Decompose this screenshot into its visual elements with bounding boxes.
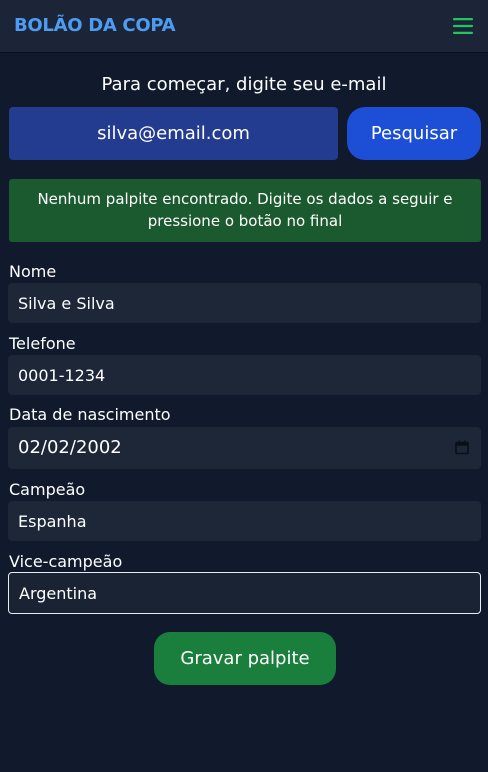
brand-logo[interactable]: BOLÃO DA COPA xyxy=(14,14,176,38)
page-heading: Para começar, digite seu e-mail xyxy=(101,74,387,95)
phone-label: Telefone xyxy=(9,334,76,353)
runner-up-field[interactable] xyxy=(8,572,481,614)
no-guess-alert: Nenhum palpite encontrado. Digite os dad… xyxy=(9,179,481,242)
search-button[interactable]: Pesquisar xyxy=(347,107,481,160)
champion-label: Campeão xyxy=(9,480,86,499)
phone-field[interactable] xyxy=(8,355,481,395)
birthdate-value: 02/02/2002 xyxy=(18,437,122,458)
save-guess-button[interactable]: Gravar palpite xyxy=(154,632,336,685)
name-field[interactable] xyxy=(8,283,481,323)
birthdate-field[interactable]: 02/02/2002 xyxy=(8,427,481,469)
email-input[interactable] xyxy=(9,107,338,160)
top-navbar: BOLÃO DA COPA xyxy=(0,0,488,52)
runner-up-label: Vice-campeão xyxy=(9,552,123,571)
name-label: Nome xyxy=(9,262,57,281)
birthdate-label: Data de nascimento xyxy=(9,405,171,424)
calendar-icon[interactable] xyxy=(455,440,469,455)
champion-field[interactable] xyxy=(8,501,481,541)
hamburger-menu-icon[interactable] xyxy=(452,16,474,36)
